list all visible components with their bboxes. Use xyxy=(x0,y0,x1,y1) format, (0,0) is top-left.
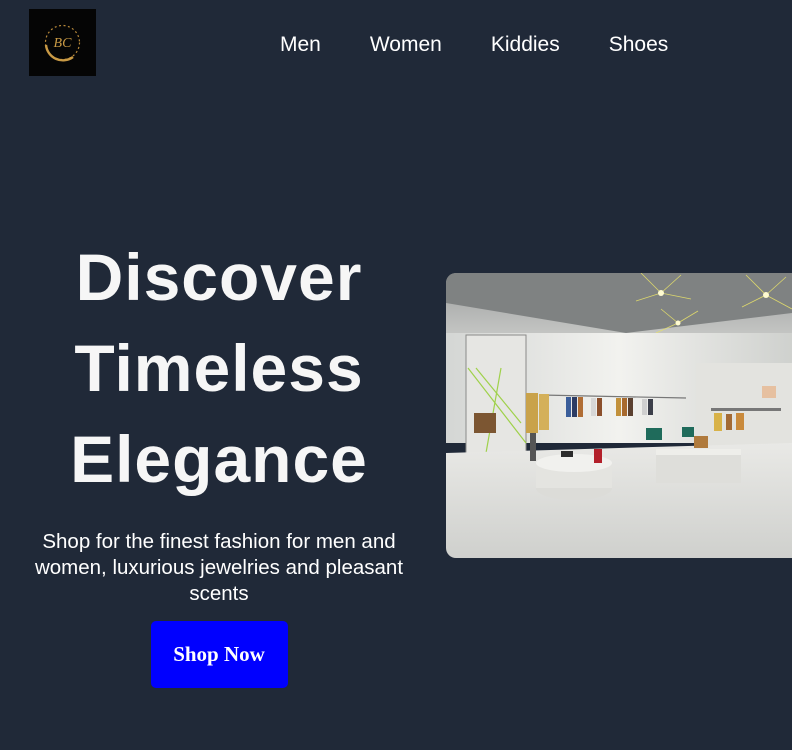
hero-title-line-2: Timeless xyxy=(74,331,364,405)
shop-now-button[interactable]: Shop Now xyxy=(150,621,288,688)
hero-store-image xyxy=(446,273,792,558)
boutique-interior-image xyxy=(446,273,792,558)
hero-title: Discover Timeless Elegance xyxy=(20,232,418,505)
nav-link-kiddies[interactable]: Kiddies xyxy=(491,31,560,59)
landing-page: BC Men Women Kiddies Shoes Discover Time… xyxy=(0,0,792,750)
hero-subtitle: Shop for the finest fashion for men and … xyxy=(34,530,404,605)
hero-title-line-3: Elegance xyxy=(70,422,368,496)
main-nav: Men Women Kiddies Shoes xyxy=(280,31,668,59)
nav-link-women[interactable]: Women xyxy=(370,31,442,59)
svg-text:BC: BC xyxy=(54,36,73,51)
brand-logo[interactable]: BC xyxy=(29,9,96,76)
nav-link-men[interactable]: Men xyxy=(280,31,321,59)
logo-emblem-icon: BC xyxy=(29,9,96,76)
nav-link-shoes[interactable]: Shoes xyxy=(609,31,669,59)
hero-title-line-1: Discover xyxy=(75,240,363,314)
hero-section: Discover Timeless Elegance Shop for the … xyxy=(20,232,418,688)
